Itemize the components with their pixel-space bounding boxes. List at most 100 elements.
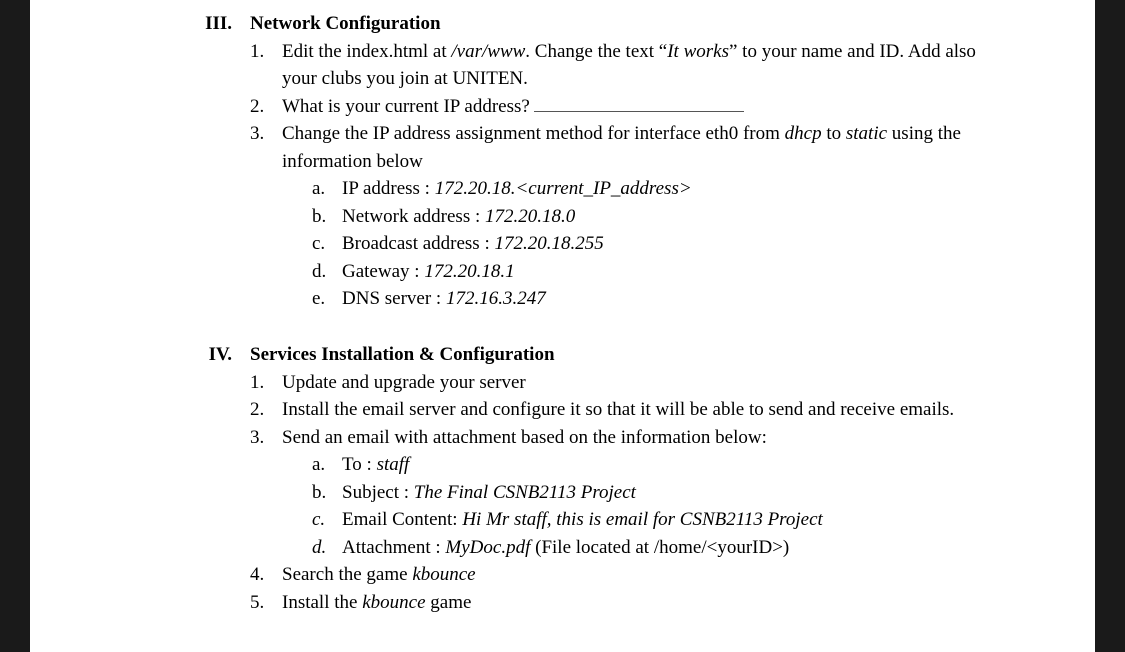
italic-text: 172.20.18.<current_IP_address> [435, 178, 692, 199]
text: What is your current IP address? [282, 96, 530, 117]
italic-text: 172.20.18.1 [424, 261, 514, 282]
sub-item-body: Attachment : MyDoc.pdf (File located at … [342, 534, 995, 562]
italic-text: Hi Mr staff, this is email for CSNB2113 … [462, 509, 822, 530]
text: game [426, 592, 472, 613]
item-number: 2. [250, 93, 282, 121]
list-item: 5.Install the kbounce game [250, 589, 995, 617]
item-number: 3. [250, 424, 282, 562]
section-heading: Services Installation & Configuration [250, 341, 995, 369]
text: Install the email server and configure i… [282, 399, 954, 420]
italic-text: 172.20.18.0 [485, 206, 575, 227]
list-item: 1.Edit the index.html at /var/www. Chang… [250, 38, 995, 93]
sub-list-item: b.Network address : 172.20.18.0 [312, 203, 995, 231]
item-body: Change the IP address assignment method … [282, 120, 995, 313]
italic-text: 172.20.18.255 [494, 233, 603, 254]
sub-item-body: DNS server : 172.16.3.247 [342, 285, 995, 313]
italic-text: It works [667, 41, 729, 62]
item-letter: b. [312, 203, 342, 231]
text: IP address : [342, 178, 435, 199]
italic-text: /var/www [451, 41, 525, 62]
lettered-list: a.IP address : 172.20.18.<current_IP_add… [282, 175, 995, 313]
section-content: Services Installation & Configuration1.U… [250, 341, 1095, 616]
roman-numeral: III. [190, 10, 250, 313]
section-content: Network Configuration1.Edit the index.ht… [250, 10, 1095, 313]
list-item: 1.Update and upgrade your server [250, 369, 995, 397]
list-item: 2.Install the email server and configure… [250, 396, 995, 424]
item-letter: d. [312, 534, 342, 562]
italic-text: kbounce [412, 564, 475, 585]
item-letter: c. [312, 230, 342, 258]
text: To : [342, 454, 377, 475]
text: Network address : [342, 206, 485, 227]
list-item: 4.Search the game kbounce [250, 561, 995, 589]
item-body: What is your current IP address? [282, 93, 995, 121]
italic-text: kbounce [362, 592, 425, 613]
text: Search the game [282, 564, 412, 585]
sub-list-item: a.IP address : 172.20.18.<current_IP_add… [312, 175, 995, 203]
text: (File located at /home/<yourID>) [530, 537, 789, 558]
item-number: 3. [250, 120, 282, 313]
list-item: 3.Send an email with attachment based on… [250, 424, 995, 562]
italic-text: dhcp [785, 123, 822, 144]
text: . Change the text “ [525, 41, 667, 62]
sub-item-body: IP address : 172.20.18.<current_IP_addre… [342, 175, 995, 203]
text: Change the IP address assignment method … [282, 123, 785, 144]
item-body: Install the kbounce game [282, 589, 995, 617]
text: Send an email with attachment based on t… [282, 427, 767, 448]
item-number: 1. [250, 369, 282, 397]
roman-numeral: IV. [190, 341, 250, 616]
sub-list-item: a.To : staff [312, 451, 995, 479]
blank-field[interactable] [534, 93, 744, 112]
text: Email Content: [342, 509, 462, 530]
sub-item-body: Email Content: Hi Mr staff, this is emai… [342, 506, 995, 534]
italic-text: static [846, 123, 887, 144]
text: Attachment : [342, 537, 445, 558]
section: IV.Services Installation & Configuration… [30, 341, 1095, 616]
item-number: 1. [250, 38, 282, 93]
text: Subject : [342, 482, 414, 503]
sub-item-body: Subject : The Final CSNB2113 Project [342, 479, 995, 507]
sub-list-item: c.Email Content: Hi Mr staff, this is em… [312, 506, 995, 534]
item-letter: e. [312, 285, 342, 313]
sub-list-item: b.Subject : The Final CSNB2113 Project [312, 479, 995, 507]
item-letter: c. [312, 506, 342, 534]
text: to [822, 123, 846, 144]
item-letter: d. [312, 258, 342, 286]
list-item: 2.What is your current IP address? [250, 93, 995, 121]
item-number: 2. [250, 396, 282, 424]
document-page: III.Network Configuration1.Edit the inde… [30, 0, 1095, 652]
italic-text: MyDoc.pdf [445, 537, 530, 558]
sub-list-item: c.Broadcast address : 172.20.18.255 [312, 230, 995, 258]
italic-text: The Final CSNB2113 Project [414, 482, 636, 503]
text: Gateway : [342, 261, 424, 282]
item-letter: a. [312, 175, 342, 203]
item-number: 4. [250, 561, 282, 589]
numbered-list: 1.Edit the index.html at /var/www. Chang… [250, 38, 995, 313]
text: Update and upgrade your server [282, 372, 526, 393]
sub-list-item: d.Attachment : MyDoc.pdf (File located a… [312, 534, 995, 562]
item-body: Search the game kbounce [282, 561, 995, 589]
sub-item-body: To : staff [342, 451, 995, 479]
sub-item-body: Broadcast address : 172.20.18.255 [342, 230, 995, 258]
numbered-list: 1.Update and upgrade your server2.Instal… [250, 369, 995, 617]
sub-item-body: Network address : 172.20.18.0 [342, 203, 995, 231]
sub-list-item: d.Gateway : 172.20.18.1 [312, 258, 995, 286]
item-body: Edit the index.html at /var/www. Change … [282, 38, 995, 93]
item-number: 5. [250, 589, 282, 617]
text: Edit the index.html at [282, 41, 451, 62]
document-content: III.Network Configuration1.Edit the inde… [30, 10, 1095, 616]
italic-text: 172.16.3.247 [446, 288, 546, 309]
list-item: 3.Change the IP address assignment metho… [250, 120, 995, 313]
section-heading: Network Configuration [250, 10, 995, 38]
section: III.Network Configuration1.Edit the inde… [30, 10, 1095, 313]
text: DNS server : [342, 288, 446, 309]
item-letter: a. [312, 451, 342, 479]
item-body: Update and upgrade your server [282, 369, 995, 397]
sub-list-item: e.DNS server : 172.16.3.247 [312, 285, 995, 313]
item-letter: b. [312, 479, 342, 507]
lettered-list: a.To : staffb.Subject : The Final CSNB21… [282, 451, 995, 561]
text: Install the [282, 592, 362, 613]
text: Broadcast address : [342, 233, 494, 254]
sub-item-body: Gateway : 172.20.18.1 [342, 258, 995, 286]
italic-text: staff [377, 454, 410, 475]
